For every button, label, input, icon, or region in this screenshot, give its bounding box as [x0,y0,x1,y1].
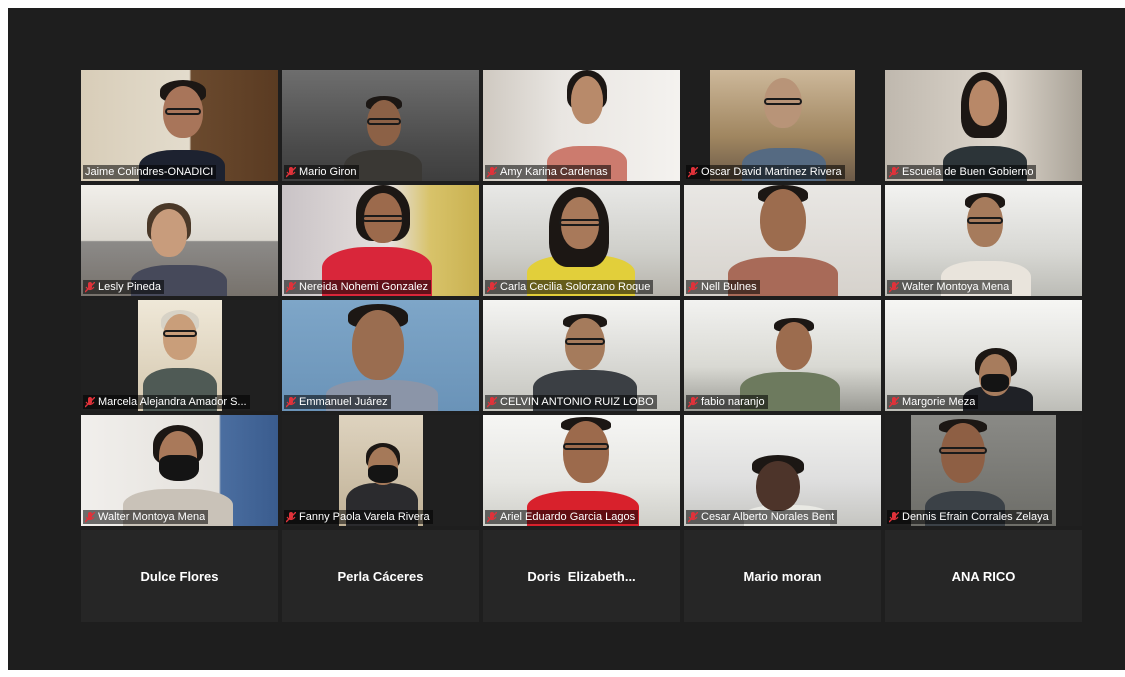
no-video-tile[interactable]: Doris Elizabeth... [483,530,680,622]
no-video-tile[interactable]: Dulce Flores [81,530,278,622]
participant-name-label: Escuela de Buen Gobierno [887,165,1037,179]
video-tile[interactable]: Marcela Alejandra Amador S... [81,300,278,411]
video-tile[interactable]: Ariel Eduardo Garcia Lagos [483,415,680,526]
no-video-tile[interactable]: Mario moran [684,530,881,622]
mic-muted-icon [688,511,698,522]
participant-name: Dulce Flores [140,568,219,584]
mic-muted-icon [487,281,497,292]
participant-name-label: Cesar Alberto Norales Bent [686,510,838,524]
video-tile[interactable]: Jaime Colindres-ONADICI [81,70,278,181]
participant-name-label: Jaime Colindres-ONADICI [83,165,217,179]
video-tile[interactable]: Carla Cecilia Solorzano Roque [483,185,680,296]
participant-name-label: Nereida Nohemi Gonzalez [284,280,432,294]
video-tile[interactable]: Dennis Efrain Corrales Zelaya [885,415,1082,526]
mic-muted-icon [688,166,698,177]
participant-name-label: CELVIN ANTONIO RUIZ LOBO [485,395,657,409]
mic-muted-icon [85,281,95,292]
video-tile[interactable]: Walter Montoya Mena [885,185,1082,296]
participant-name-label: Mario Giron [284,165,360,179]
video-tile[interactable]: Mario Giron [282,70,479,181]
video-tile[interactable]: Margorie Meza [885,300,1082,411]
mic-muted-icon [487,396,497,407]
participant-name-label: Dennis Efrain Corrales Zelaya [887,510,1052,524]
participant-name-label: Nell Bulnes [686,280,760,294]
mic-muted-icon [487,166,497,177]
participant-name-label: Fanny Paola Varela Rivera [284,510,433,524]
participant-name-label: Margorie Meza [887,395,979,409]
mic-muted-icon [286,281,296,292]
participant-name: ANA RICO [951,568,1016,584]
no-video-tile[interactable]: ANA RICO [885,530,1082,622]
mic-muted-icon [889,166,899,177]
video-tile[interactable]: Amy Karina Cardenas [483,70,680,181]
no-video-tile[interactable]: Perla Cáceres [282,530,479,622]
mic-muted-icon [889,511,899,522]
video-tile[interactable]: Nereida Nohemi Gonzalez [282,185,479,296]
mic-muted-icon [487,511,497,522]
participant-name-label: Emmanuel Juárez [284,395,391,409]
mic-muted-icon [889,396,899,407]
gallery-grid: Jaime Colindres-ONADICI Mario Giron Amy … [81,70,1082,622]
video-tile[interactable]: Oscar David Martinez Rivera [684,70,881,181]
video-tile[interactable]: Fanny Paola Varela Rivera [282,415,479,526]
mic-muted-icon [286,396,296,407]
mic-muted-icon [286,511,296,522]
video-tile[interactable]: Cesar Alberto Norales Bent [684,415,881,526]
participant-name-label: Lesly Pineda [83,280,164,294]
video-tile[interactable]: fabio naranjo [684,300,881,411]
video-tile[interactable]: Emmanuel Juárez [282,300,479,411]
participant-name-label: fabio naranjo [686,395,768,409]
video-tile[interactable]: Walter Montoya Mena [81,415,278,526]
participant-name: Doris Elizabeth... [527,568,636,584]
participant-name: Perla Cáceres [337,568,424,584]
participant-name-label: Ariel Eduardo Garcia Lagos [485,510,639,524]
video-tile[interactable]: Escuela de Buen Gobierno [885,70,1082,181]
mic-muted-icon [688,281,698,292]
participant-name-label: Carla Cecilia Solorzano Roque [485,280,654,294]
mic-muted-icon [688,396,698,407]
video-tile[interactable]: Nell Bulnes [684,185,881,296]
mic-muted-icon [286,166,296,177]
participant-name: Mario moran [743,568,822,584]
mic-muted-icon [85,396,95,407]
participant-name-label: Oscar David Martinez Rivera [686,165,845,179]
participant-name-label: Amy Karina Cardenas [485,165,611,179]
participant-name-label: Marcela Alejandra Amador S... [83,395,250,409]
meeting-window: Jaime Colindres-ONADICI Mario Giron Amy … [8,8,1125,670]
video-tile[interactable]: Lesly Pineda [81,185,278,296]
mic-muted-icon [85,511,95,522]
mic-muted-icon [889,281,899,292]
participant-name-label: Walter Montoya Mena [83,510,209,524]
video-tile[interactable]: CELVIN ANTONIO RUIZ LOBO [483,300,680,411]
participant-name-label: Walter Montoya Mena [887,280,1013,294]
